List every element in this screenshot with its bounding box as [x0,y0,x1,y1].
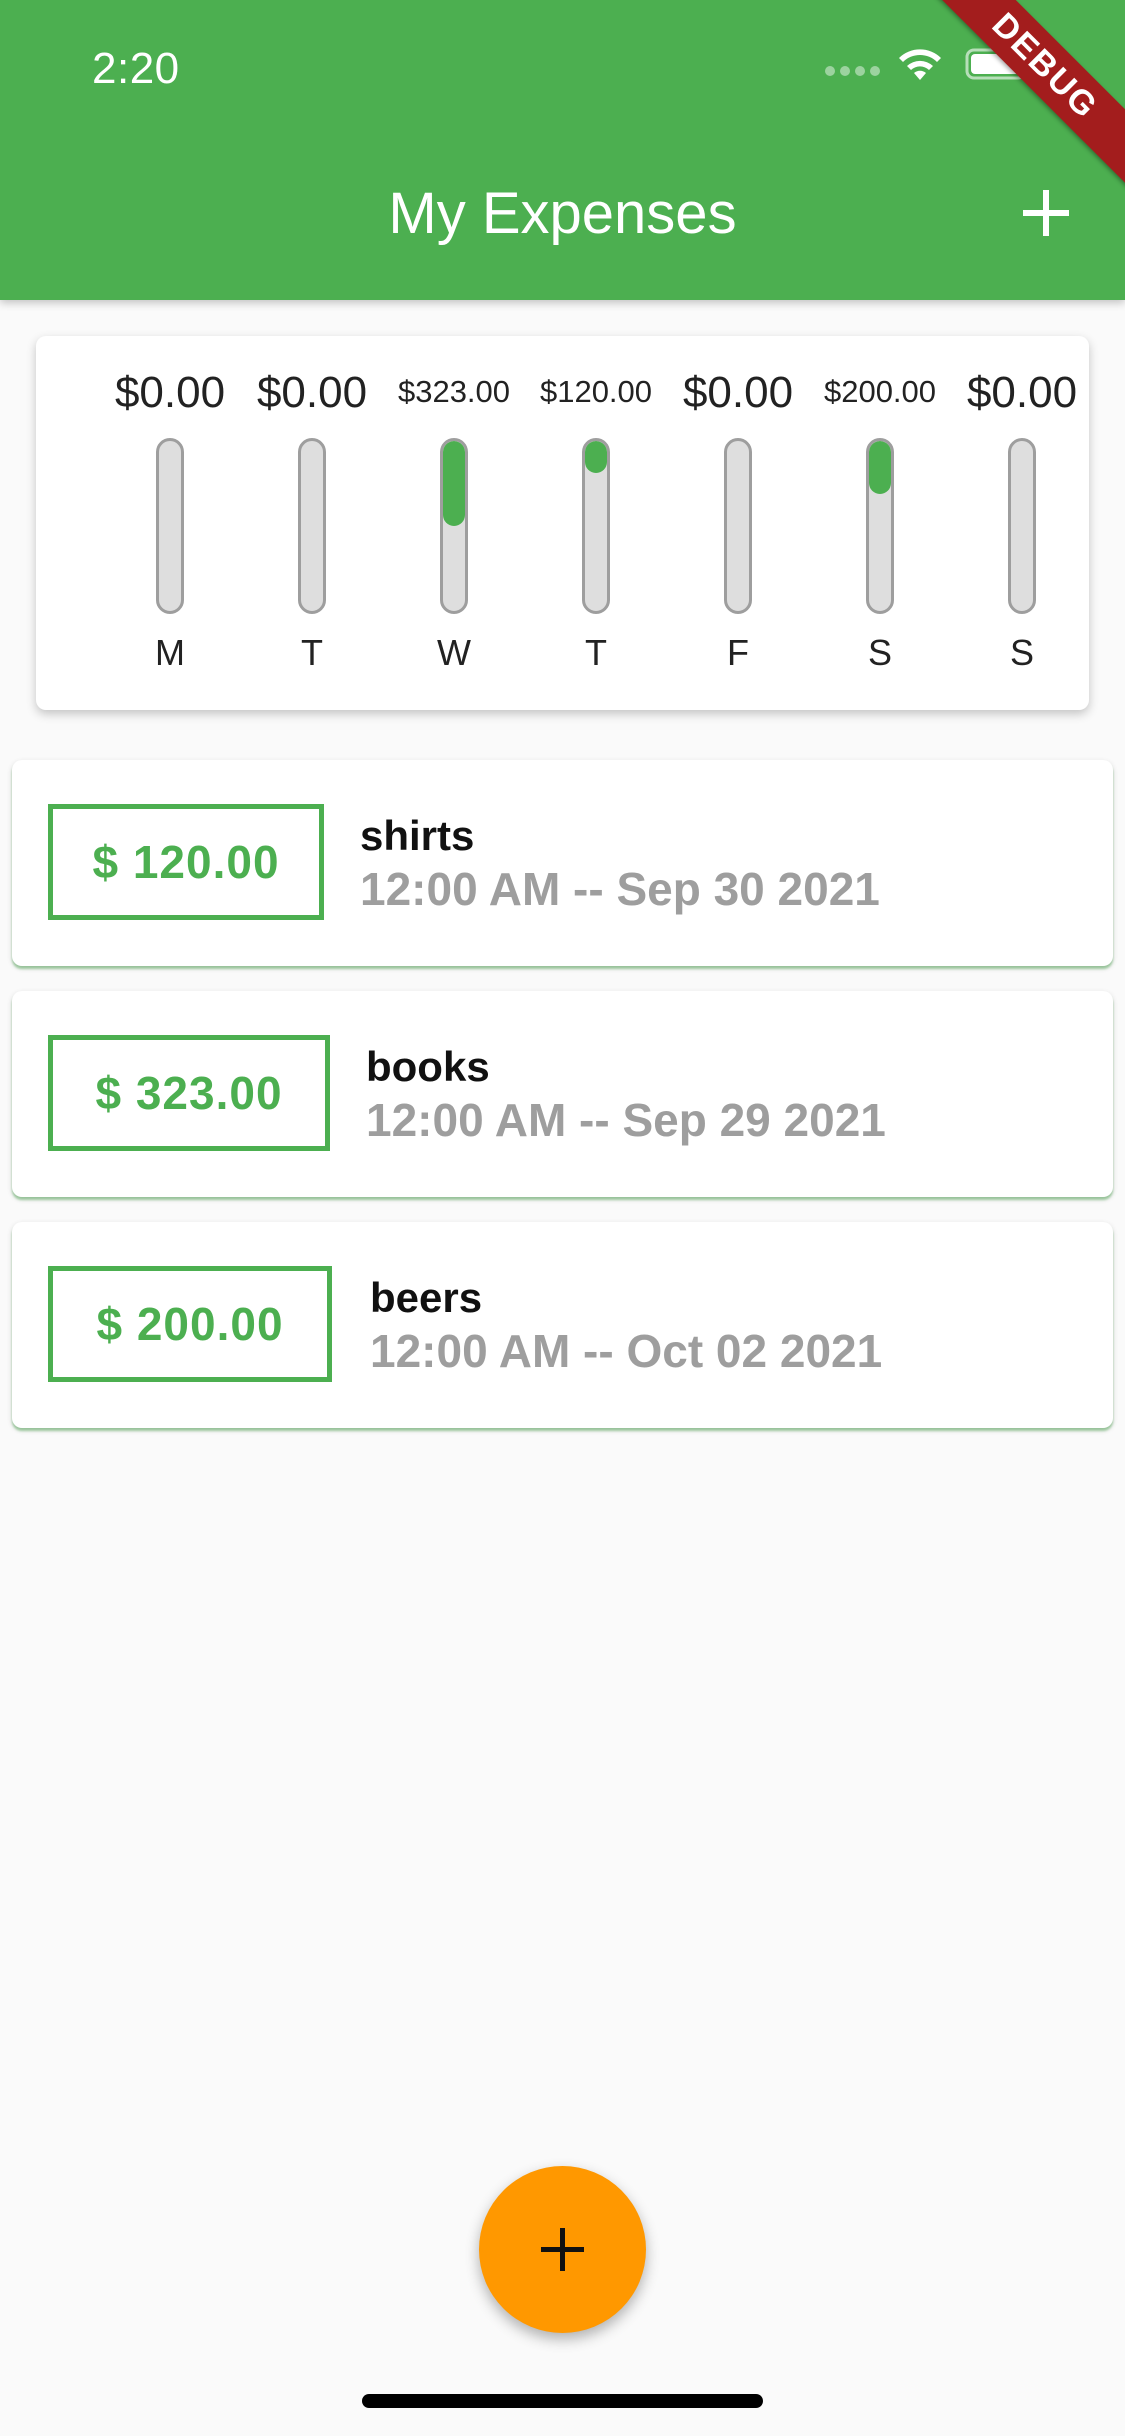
bar-track [298,438,326,614]
bar-amount-label: $200.00 [823,374,937,409]
bar-track [866,438,894,614]
bar-track [724,438,752,614]
bar-track [1008,438,1036,614]
bar-track [156,438,184,614]
chart-bar-column: $120.00 T [526,336,666,710]
bar-day-label: T [585,632,607,673]
transaction-card: $ 120.00 shirts 12:00 AM -- Sep 30 2021 [12,760,1113,966]
chart-bar-column: $0.00 M [100,336,240,710]
chart-bar-column: $0.00 T [242,336,382,710]
transaction-amount: $ 323.00 [48,1035,330,1151]
chart-bar-column: $323.00 W [384,336,524,710]
bar-amount-label: $0.00 [256,368,368,417]
bar-day-label: S [867,632,892,673]
add-expense-icon[interactable] [1011,178,1081,248]
bar-fill [869,441,891,494]
transaction-date: 12:00 AM -- Oct 02 2021 [370,1325,883,1377]
bar-fill [443,441,465,526]
bar-amount-label: $120.00 [539,374,653,409]
home-indicator [362,2394,763,2408]
bar-day-label: S [1009,632,1034,673]
bar-day-label: M [155,632,185,673]
chart-bar-column: $0.00 S [952,336,1092,710]
add-transaction-fab[interactable] [479,2166,646,2333]
transaction-title: shirts [360,812,475,859]
transaction-title: beers [370,1274,483,1321]
transaction-amount: $ 200.00 [48,1266,332,1382]
bar-amount-label: $0.00 [682,368,794,417]
debug-banner: DEBUG [920,0,1125,191]
bar-day-label: F [727,632,749,673]
bar-day-label: T [301,632,323,673]
bar-fill [585,441,607,473]
bar-amount-label: $0.00 [966,368,1078,417]
transaction-amount: $ 120.00 [48,804,324,920]
transaction-date: 12:00 AM -- Sep 29 2021 [366,1094,886,1146]
transaction-title: books [366,1043,490,1090]
bar-amount-label: $0.00 [114,368,226,417]
transaction-card: $ 323.00 books 12:00 AM -- Sep 29 2021 [12,991,1113,1197]
bar-track [440,438,468,614]
bar-day-label: W [437,632,471,673]
status-time: 2:20 [92,44,180,93]
page-title: My Expenses [388,181,737,246]
wifi-icon [899,49,941,80]
app-bar: 2:20 DEBUG My Expenses [0,0,1125,300]
signal-icon [825,66,881,76]
bar-amount-label: $323.00 [397,374,511,409]
transaction-card: $ 200.00 beers 12:00 AM -- Oct 02 2021 [12,1222,1113,1428]
transaction-date: 12:00 AM -- Sep 30 2021 [360,863,880,915]
weekly-chart-card: $0.00 M $0.00 T $323.00 W $120.00 T $0.00 F $200.0… [36,336,1089,710]
chart-bar-column: $0.00 F [668,336,808,710]
bar-track [582,438,610,614]
chart-bar-column: $200.00 S [810,336,950,710]
